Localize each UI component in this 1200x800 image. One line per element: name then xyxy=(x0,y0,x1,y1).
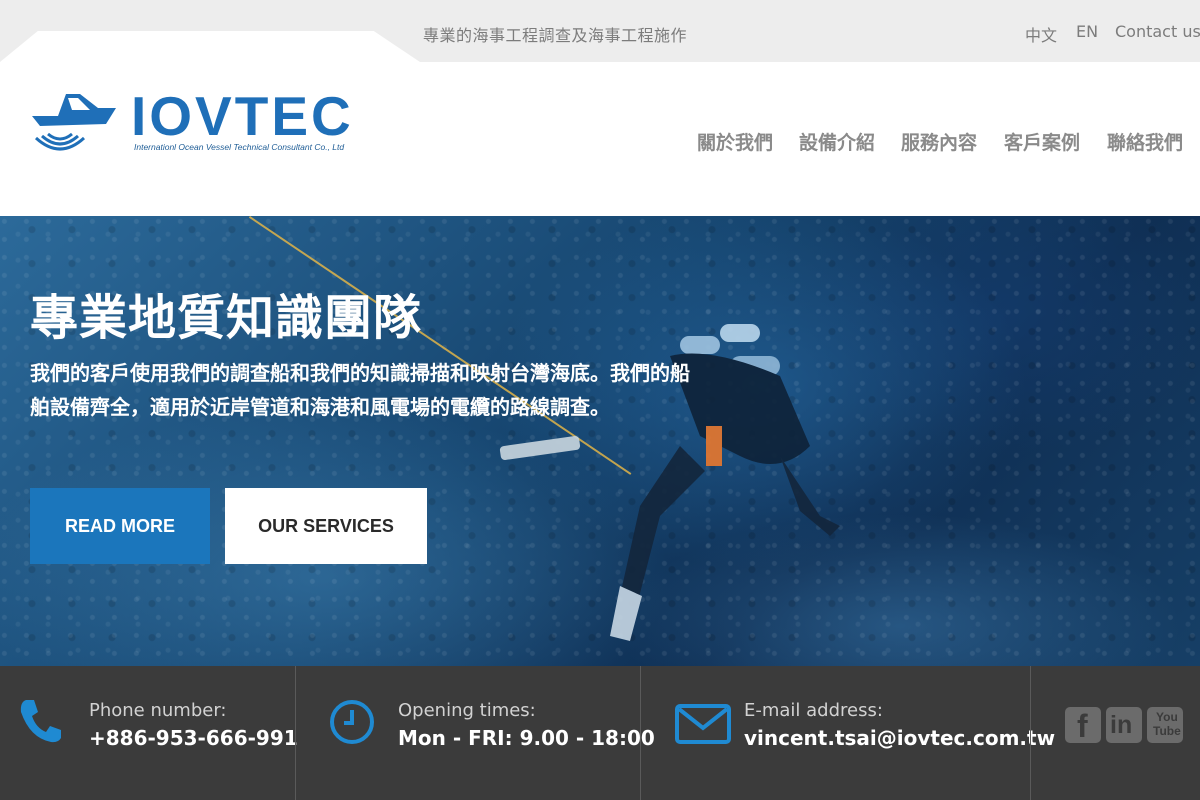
hours-label: Opening times: xyxy=(398,700,536,721)
divider xyxy=(1030,666,1031,800)
nav-item-about[interactable]: 關於我們 xyxy=(697,128,773,155)
tagline: 專業的海事工程調查及海事工程施作 xyxy=(423,26,688,45)
diver-image xyxy=(499,324,840,641)
site-header: IOVTEC Internationl Ocean Vessel Technic… xyxy=(0,62,1200,216)
clock-icon xyxy=(330,700,374,744)
linkedin-icon[interactable]: in xyxy=(1106,707,1142,743)
language-zh-link[interactable]: 中文 xyxy=(1025,22,1057,46)
hero-description: 我們的客戶使用我們的調查船和我們的知識掃描和映射台灣海底。我們的船舶設備齊全，適… xyxy=(30,361,690,419)
email-value[interactable]: vincent.tsai@iovtec.com.tw xyxy=(744,726,1055,750)
logo[interactable]: IOVTEC Internationl Ocean Vessel Technic… xyxy=(28,86,388,156)
facebook-icon[interactable]: f xyxy=(1065,707,1101,744)
hero-banner: 專業地質知識團隊 我們的客戶使用我們的調查船和我們的知識掃描和映射台灣海底。我們… xyxy=(0,216,1200,666)
youtube-icon[interactable]: You Tube xyxy=(1147,707,1183,743)
ship-logo-icon xyxy=(32,94,116,151)
logo-wordmark: IOVTEC xyxy=(131,85,354,147)
read-more-button[interactable]: READ MORE xyxy=(30,488,210,564)
language-en-link[interactable]: EN xyxy=(1076,22,1098,41)
top-bar: 專業的海事工程調查及海事工程施作 中文 EN Contact us xyxy=(0,0,1200,62)
divider xyxy=(295,666,296,800)
our-services-button[interactable]: OUR SERVICES xyxy=(225,488,427,564)
logo-subtitle: Internationl Ocean Vessel Technical Cons… xyxy=(134,142,345,152)
phone-value: +886-953-666-991 xyxy=(89,726,298,750)
nav-item-equipment[interactable]: 設備介紹 xyxy=(799,128,875,155)
nav-item-contact[interactable]: 聯絡我們 xyxy=(1107,128,1183,155)
phone-icon xyxy=(20,700,61,743)
envelope-icon xyxy=(675,704,731,744)
hero-title: 專業地質知識團隊 xyxy=(30,290,423,346)
hours-value: Mon - FRI: 9.00 - 18:00 xyxy=(398,726,655,750)
nav-item-cases[interactable]: 客戶案例 xyxy=(1004,128,1080,155)
nav-item-services[interactable]: 服務內容 xyxy=(901,128,977,155)
contact-info-bar: Phone number: +886-953-666-991 Opening t… xyxy=(0,666,1200,800)
contact-us-link[interactable]: Contact us xyxy=(1115,22,1200,41)
email-label: E-mail address: xyxy=(744,700,883,721)
phone-label: Phone number: xyxy=(89,700,227,721)
divider xyxy=(640,666,641,800)
top-bar-tab-shape xyxy=(0,31,420,62)
